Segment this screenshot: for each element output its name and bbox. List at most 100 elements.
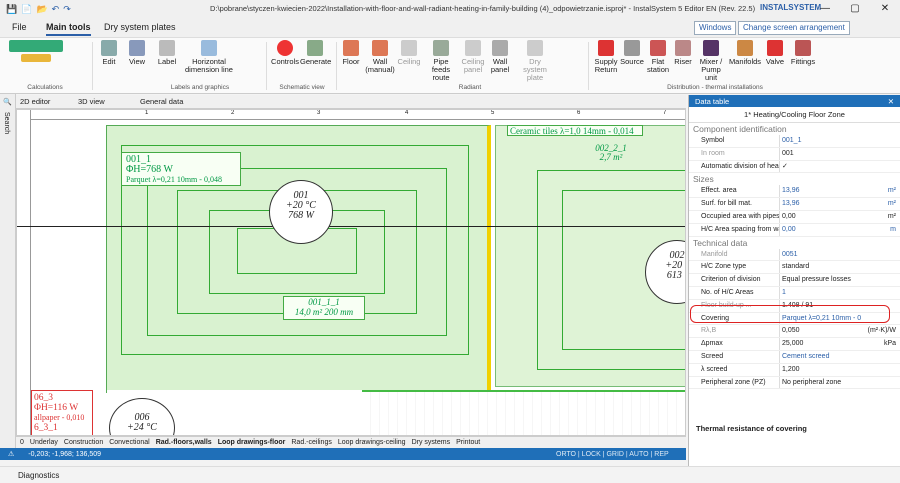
label-button[interactable]: Label <box>156 40 178 66</box>
tab-construction[interactable]: Construction <box>64 439 103 446</box>
property-row[interactable]: Occupied area with pipes 0,00 m² <box>689 210 900 224</box>
layer-selector[interactable]: 0 <box>20 439 24 446</box>
diagnostics-tab[interactable]: Diagnostics <box>0 466 900 483</box>
property-value[interactable]: 0,050 (m²·K)/W <box>779 325 900 338</box>
horizontal-dimension-button[interactable]: Horizontal dimension line <box>182 40 236 74</box>
property-value[interactable]: standard <box>779 261 900 274</box>
property-row[interactable]: Screed Cement screed <box>689 350 900 364</box>
property-value[interactable]: 0,00 m² <box>779 210 900 223</box>
valve-button[interactable]: Valve <box>764 40 786 66</box>
dry-system-plate-button[interactable]: Dry system plate <box>520 40 550 82</box>
wall-panel-button[interactable]: Wall panel <box>488 40 512 74</box>
tab-file[interactable]: File <box>12 22 27 32</box>
tab-convectional[interactable]: Convectional <box>109 439 149 446</box>
generate-button[interactable]: Generate <box>300 40 331 66</box>
property-value[interactable]: Cement screed <box>779 350 900 363</box>
tab-loop-drawings-ceiling[interactable]: Loop drawings-ceiling <box>338 439 406 446</box>
property-row[interactable]: H/C Area spacing from wall 0,00 m <box>689 223 900 237</box>
zone-label-001-1[interactable]: 001_1 ΦH=768 W Parquet λ=0,21 10mm - 0,0… <box>121 152 241 186</box>
property-value[interactable]: 13,96 m² <box>779 185 900 198</box>
source-button[interactable]: Source <box>620 40 644 66</box>
zone-label-06-3[interactable]: 06_3 ΦH=116 Wallpaper - 0,010 6_3_1 <box>31 390 93 435</box>
close-button[interactable]: ✕ <box>870 0 900 18</box>
warning-icon[interactable]: ⚠ <box>0 450 14 458</box>
view-button[interactable]: View <box>126 40 148 66</box>
property-row[interactable]: Criterion of division Equal pressure loss… <box>689 274 900 287</box>
property-value[interactable]: 001_1 <box>779 135 900 147</box>
property-value[interactable]: 0051 <box>779 248 900 261</box>
change-arrangement-dropdown[interactable]: Change screen arrangement <box>738 21 850 35</box>
ceiling-button[interactable]: Ceiling <box>396 40 422 66</box>
flat-station-button[interactable]: Flat station <box>646 40 670 74</box>
property-value[interactable]: 1,200 <box>779 363 900 376</box>
property-name: Δpmax <box>701 340 723 348</box>
tab-dry-system-plates[interactable]: Dry system plates <box>104 22 176 32</box>
section-technical[interactable]: Technical data <box>689 237 900 249</box>
panel-close-icon[interactable]: ✕ <box>888 97 894 106</box>
maximize-button[interactable]: ▢ <box>840 0 870 18</box>
manifolds-button[interactable]: Manifolds <box>728 40 762 66</box>
property-value[interactable]: Equal pressure losses <box>779 274 900 286</box>
tab-3d-view[interactable]: 3D view <box>78 97 105 106</box>
ceramic-tiles-label[interactable]: Ceramic tiles λ=1,0 14mm - 0,014 <box>507 125 643 136</box>
property-name: Screed <box>701 352 724 360</box>
controls-button[interactable]: Controls <box>270 40 300 66</box>
edit-button[interactable]: Edit <box>100 40 118 66</box>
property-row[interactable]: Rλ,B 0,050 (m²·K)/W <box>689 325 900 339</box>
tab-rad-floors-walls[interactable]: Rad.-floors,walls <box>156 439 212 446</box>
room-label-001[interactable]: 001 +20 °C 768 W <box>269 180 333 244</box>
pipe-feeds-route-button[interactable]: Pipe feeds route <box>424 40 458 82</box>
property-value[interactable]: 13,96 m² <box>779 198 900 210</box>
property-row[interactable]: Δpmax 25,000 kPa <box>689 338 900 351</box>
tab-underlay[interactable]: Underlay <box>30 439 58 446</box>
property-row[interactable]: In room 001 <box>689 147 900 161</box>
floor-button[interactable]: Floor <box>340 40 362 66</box>
tab-dry-systems[interactable]: Dry systems <box>412 439 451 446</box>
drawing-canvas[interactable]: 1 2 3 4 5 6 7 001_1 ΦH=768 W Parquet λ=0… <box>16 109 686 436</box>
wall-manual-button[interactable]: Wall (manual) <box>365 40 395 74</box>
property-row[interactable]: Effect. area 13,96 m² <box>689 185 900 199</box>
property-name: Rλ,B <box>701 327 717 335</box>
property-row[interactable]: No. of H/C Areas 1 <box>689 286 900 300</box>
minimize-button[interactable]: — <box>810 0 840 18</box>
ceiling-panel-button[interactable]: Ceiling panel <box>460 40 486 74</box>
riser-button[interactable]: Riser <box>672 40 694 66</box>
property-value[interactable]: 25,000 kPa <box>779 338 900 350</box>
tab-printout[interactable]: Printout <box>456 439 480 446</box>
property-row[interactable]: λ screed 1,200 <box>689 363 900 377</box>
tab-rad-ceilings[interactable]: Rad.-ceilings <box>291 439 331 446</box>
section-component[interactable]: Component identification <box>689 123 900 135</box>
property-row[interactable]: Surf. for bill mat. 13,96 m² <box>689 198 900 211</box>
tab-loop-drawings-floor[interactable]: Loop drawings-floor <box>218 439 286 446</box>
property-value[interactable]: 0,00 m <box>779 223 900 236</box>
open-icon[interactable]: 📂 <box>36 4 47 15</box>
property-value[interactable]: 1 <box>779 286 900 299</box>
section-sizes[interactable]: Sizes <box>689 173 900 185</box>
tab-main-tools[interactable]: Main tools <box>46 22 91 36</box>
search-panel-tab[interactable]: Search <box>3 112 10 134</box>
windows-dropdown[interactable]: Windows <box>694 21 737 35</box>
property-value[interactable]: 001 <box>779 147 900 160</box>
undo-icon[interactable]: ↶ <box>52 4 60 15</box>
zone-label-002-2-1[interactable]: 002_2_1 2,7 m² <box>583 144 639 164</box>
tab-general-data[interactable]: General data <box>140 97 183 106</box>
tab-2d-editor[interactable]: 2D editor <box>20 97 50 106</box>
property-value[interactable]: No peripheral zone <box>779 376 900 389</box>
redo-icon[interactable]: ↷ <box>63 4 71 15</box>
property-row[interactable]: Symbol 001_1 <box>689 135 900 148</box>
property-row[interactable]: Automatic division of heatir ✓ <box>689 160 900 174</box>
property-row[interactable]: Manifold 0051 <box>689 248 900 262</box>
fittings-button[interactable]: Fittings <box>788 40 818 66</box>
new-file-icon[interactable]: 📄 <box>21 4 32 15</box>
property-name: H/C Area spacing from wall <box>701 225 779 233</box>
save-icon[interactable]: 💾 <box>6 4 17 15</box>
property-row[interactable]: Peripheral zone (PZ) No peripheral zone <box>689 376 900 390</box>
supply-return-button[interactable]: Supply Return <box>592 40 620 74</box>
property-row[interactable]: H/C Zone type standard <box>689 261 900 275</box>
snap-modes[interactable]: ORTO | LOCK | GRID | AUTO | REP <box>556 451 669 458</box>
mixer-pump-button[interactable]: Mixer / Pump unit <box>696 40 726 82</box>
property-value[interactable]: ✓ <box>779 160 900 173</box>
zone-sublabel-001-1-1[interactable]: 001_1_1 14,0 m² 200 mm <box>283 296 365 320</box>
search-icon[interactable]: 🔍 <box>3 98 12 106</box>
calculations-icons[interactable] <box>6 40 66 64</box>
